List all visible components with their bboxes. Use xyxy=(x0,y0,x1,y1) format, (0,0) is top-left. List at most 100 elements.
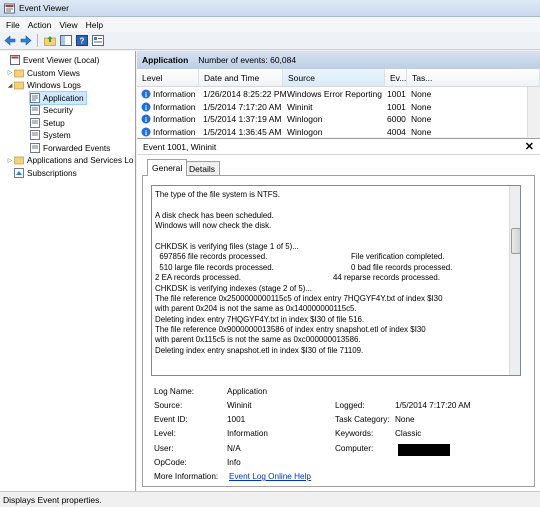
tab-general[interactable]: General xyxy=(147,159,188,176)
table-row[interactable]: i Information 1/26/2014 8:25:22 PM Windo… xyxy=(137,88,540,101)
toolbar: ? xyxy=(0,32,540,50)
tree-item-custom-views[interactable]: ▷ Custom Views xyxy=(6,67,80,80)
folder-up-icon xyxy=(43,36,56,46)
menu-help[interactable]: Help xyxy=(82,20,107,30)
description-line: The file reference 0x9000000013586 of in… xyxy=(155,325,517,335)
event-id-value: 1001 xyxy=(227,415,246,424)
description-line-text: Deleting index entry 7HQGYF4Y.txt in ind… xyxy=(155,314,365,324)
status-bar: Displays Event properties. xyxy=(0,491,540,507)
tree-item-label: Forwarded Events xyxy=(43,142,111,153)
table-row[interactable]: i Information 1/5/2014 1:37:19 AM Winlog… xyxy=(137,113,540,126)
user-value: N/A xyxy=(227,444,241,453)
description-line: A disk check has been scheduled. xyxy=(155,211,517,221)
tree-item-applications-and-services[interactable]: ▷ Applications and Services Lo xyxy=(6,154,134,167)
cell-task: None xyxy=(411,101,432,112)
expand-arrow-icon[interactable]: ▷ xyxy=(6,69,14,76)
tree-item-label: Security xyxy=(43,105,73,116)
log-name-value: Application xyxy=(227,387,268,396)
cell-task: None xyxy=(411,89,432,100)
event-viewer-icon xyxy=(10,55,20,66)
description-scrollbar[interactable] xyxy=(509,186,520,375)
table-row[interactable]: i Information 1/5/2014 7:17:20 AM Winini… xyxy=(137,101,540,114)
column-header-date-and-time[interactable]: Date and Time xyxy=(199,69,283,87)
level-value: Information xyxy=(227,429,268,438)
tree-item-application[interactable]: Application xyxy=(29,90,87,105)
column-header-level[interactable]: Level xyxy=(137,69,199,87)
collapse-arrow-icon[interactable]: ◢ xyxy=(6,82,14,89)
log-icon xyxy=(30,142,40,153)
description-line-text: A disk check has been scheduled. xyxy=(155,210,274,220)
cell-task: None xyxy=(411,114,432,125)
event-log-online-help-link[interactable]: Event Log Online Help xyxy=(229,472,311,481)
console-tree: Event Viewer (Local) ▷ Custom Views ◢ Wi… xyxy=(0,51,136,491)
menu-action[interactable]: Action xyxy=(24,20,56,30)
table-row[interactable]: i Information 1/5/2014 1:36:45 AM Winlog… xyxy=(137,126,540,138)
scrollbar-thumb[interactable] xyxy=(511,228,520,254)
cell-task: None xyxy=(411,126,432,137)
description-line-stat: 0 bad file records processed. xyxy=(351,262,453,272)
description-line: Deleting index entry 7HQGYF4Y.txt in ind… xyxy=(155,315,517,325)
cell-source: Winlogon xyxy=(287,114,323,125)
description-line-text: 2 EA records processed. xyxy=(155,273,241,283)
tree-item-label: Event Viewer (Local) xyxy=(23,55,100,66)
tab-details[interactable]: Details xyxy=(184,161,220,176)
cell-source: Winlogon xyxy=(287,126,323,137)
source-label: Source: xyxy=(154,401,183,410)
column-header-task-category[interactable]: Tas... xyxy=(407,69,540,87)
log-icon xyxy=(30,130,40,141)
event-count: Number of events: 60,084 xyxy=(198,55,297,65)
back-button[interactable] xyxy=(3,34,16,47)
description-line-text: Deleting index entry snapshot.etl in ind… xyxy=(155,345,364,355)
subscriptions-icon xyxy=(14,167,24,178)
event-description-box[interactable]: The type of the file system is NTFS. A di… xyxy=(151,185,521,376)
tree-item-forwarded-events[interactable]: Forwarded Events xyxy=(30,142,110,155)
properties-icon xyxy=(91,35,104,46)
column-header-source[interactable]: Source xyxy=(283,69,385,87)
menu-view[interactable]: View xyxy=(55,20,81,30)
description-line-text: The file reference 0x2500000000115c5 of … xyxy=(155,293,443,303)
description-line-text: Windows will now check the disk. xyxy=(155,221,272,231)
tree-item-security[interactable]: Security xyxy=(30,104,73,117)
tree-item-event-viewer-local[interactable]: Event Viewer (Local) xyxy=(2,54,99,67)
log-name-label: Log Name: xyxy=(154,387,195,396)
event-detail-pane: General Details The type of the file sys… xyxy=(137,155,540,491)
cell-datetime: 1/5/2014 1:37:19 AM xyxy=(203,114,282,125)
log-name: Application xyxy=(142,55,189,65)
description-line-text: 697856 file records processed. xyxy=(155,252,268,262)
cell-event-id: 1001 xyxy=(387,89,406,100)
event-detail-header: Event 1001, Wininit ✕ xyxy=(137,138,540,155)
folder-icon xyxy=(14,69,24,78)
tree-item-system[interactable]: System xyxy=(30,129,71,142)
expand-arrow-icon[interactable]: ▷ xyxy=(6,157,14,164)
description-line: Deleting index entry snapshot.etl in ind… xyxy=(155,346,517,356)
description-line-text: The file reference 0x9000000013586 of in… xyxy=(155,325,426,335)
opcode-label: OpCode: xyxy=(154,458,187,467)
column-header-event-id[interactable]: Ev... xyxy=(385,69,407,87)
description-line: 510 large file records processed. 0 bad f… xyxy=(155,263,517,273)
toolbar-separator xyxy=(37,34,38,47)
task-category-label: Task Category: xyxy=(335,415,390,424)
description-line xyxy=(155,232,517,242)
show-hide-tree-button[interactable] xyxy=(59,34,72,47)
description-line: with parent 0x115c5 is not the same as 0… xyxy=(155,335,517,345)
help-button[interactable]: ? xyxy=(75,34,88,47)
back-arrow-icon xyxy=(4,35,15,46)
event-list-scrollbar[interactable] xyxy=(527,87,540,137)
description-line-stat: File verification completed. xyxy=(351,252,445,262)
svg-text:?: ? xyxy=(79,37,84,46)
logged-label: Logged: xyxy=(335,401,365,410)
menu-file[interactable]: File xyxy=(2,20,24,30)
log-icon xyxy=(30,117,40,128)
folder-icon xyxy=(14,81,24,90)
description-line-text: with parent 0x115c5 is not the same as 0… xyxy=(155,335,361,345)
help-icon: ? xyxy=(75,35,88,46)
up-folder-button[interactable] xyxy=(43,34,56,47)
close-icon[interactable]: ✕ xyxy=(525,140,534,153)
forward-button[interactable] xyxy=(19,34,32,47)
description-line: with parent 0x204 is not the same as 0x1… xyxy=(155,304,517,314)
tree-item-setup[interactable]: Setup xyxy=(30,117,65,130)
properties-button[interactable] xyxy=(91,34,104,47)
tree-item-subscriptions[interactable]: Subscriptions xyxy=(6,167,77,180)
tree-item-windows-logs[interactable]: ◢ Windows Logs xyxy=(6,79,81,92)
description-line: 697856 file records processed. File verif… xyxy=(155,252,517,262)
